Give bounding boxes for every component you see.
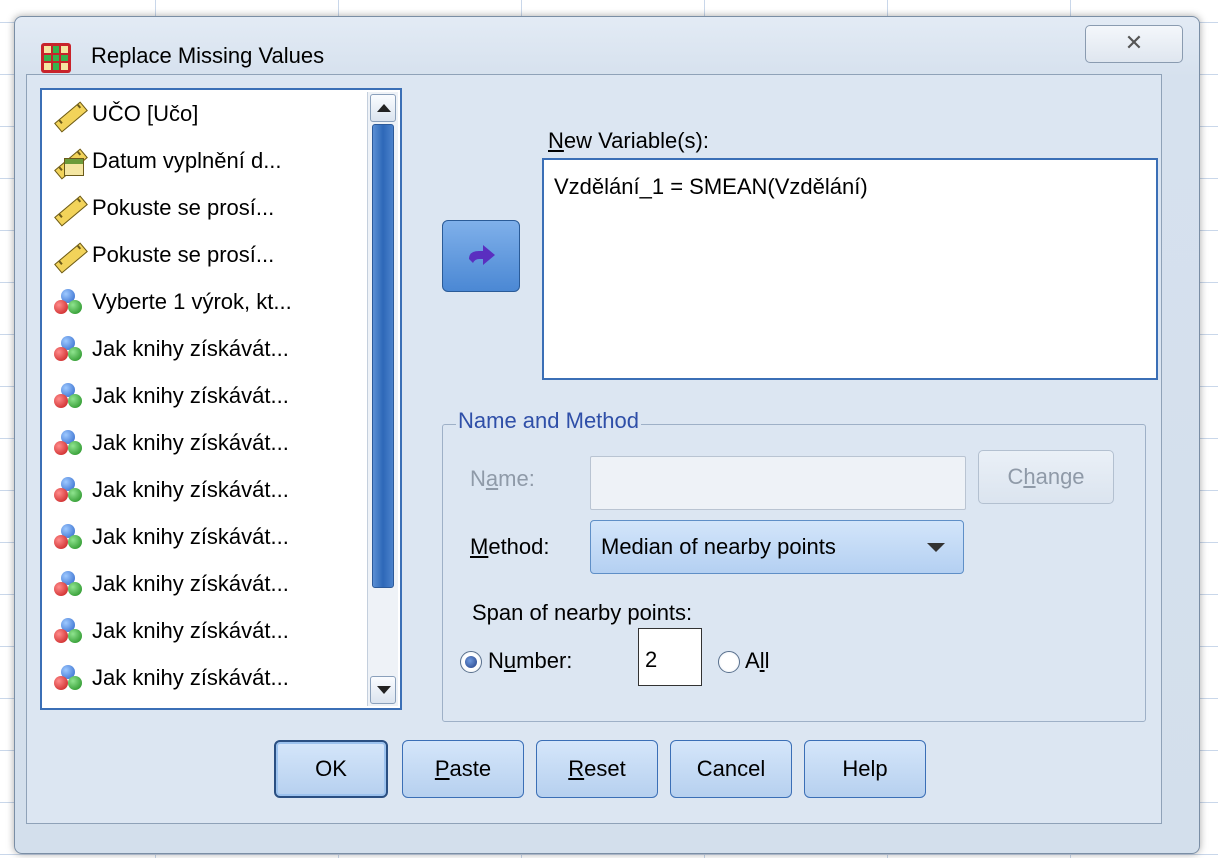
number-label: Number:	[488, 648, 573, 673]
scale-ruler-icon	[52, 99, 88, 133]
nominal-balls-icon	[52, 569, 86, 599]
scroll-down-button[interactable]	[370, 676, 396, 704]
list-item-label: Datum vyplnění d...	[92, 148, 282, 173]
new-variables-label: New Variable(s):	[548, 128, 709, 153]
arrow-right-icon	[469, 245, 495, 265]
list-item[interactable]: Jak knihy získávát...	[52, 613, 362, 649]
nominal-balls-icon	[52, 522, 86, 552]
span-label: Span of nearby points:	[472, 600, 693, 625]
scroll-up-button[interactable]	[370, 94, 396, 122]
name-and-method-title: Name and Method	[456, 408, 641, 434]
help-button[interactable]: Help	[804, 740, 926, 798]
list-item-label: Jak knihy získávát...	[92, 336, 289, 361]
method-dropdown[interactable]: Median of nearby points	[590, 520, 964, 574]
window-title: Replace Missing Values	[91, 43, 325, 68]
list-item[interactable]: Jak knihy získávát...	[52, 331, 362, 367]
nominal-balls-icon	[52, 381, 86, 411]
method-selected-value: Median of nearby points	[601, 534, 836, 559]
list-item-label: Jak knihy získávát...	[92, 477, 289, 502]
chevron-down-icon	[927, 543, 945, 552]
list-item[interactable]: Vyberte 1 výrok, kt...	[52, 284, 362, 320]
source-variable-list[interactable]: UČO [Učo] Datum vyplnění d... Pokuste se…	[40, 88, 402, 710]
date-scale-icon	[52, 146, 88, 180]
move-to-new-variables-button[interactable]	[442, 220, 520, 292]
list-item[interactable]: Pokuste se prosí...	[52, 190, 362, 227]
list-item-label: Jak knihy získávát...	[92, 571, 289, 596]
new-variables-list[interactable]: Vzdělání_1 = SMEAN(Vzdělání)	[542, 158, 1158, 380]
list-item-label: Jak knihy získávát...	[92, 383, 289, 408]
list-item-label: Jak knihy získávát...	[92, 430, 289, 455]
list-item[interactable]: Pokuste se prosí...	[52, 237, 362, 274]
nominal-balls-icon	[52, 616, 86, 646]
close-button[interactable]: ✕	[1085, 25, 1183, 63]
cancel-button[interactable]: Cancel	[670, 740, 792, 798]
span-number-input[interactable]: 2	[638, 628, 702, 686]
list-item-label: Jak knihy získávát...	[92, 665, 289, 690]
nominal-balls-icon	[52, 334, 86, 364]
all-label: All	[745, 648, 770, 673]
list-item[interactable]: Jak knihy získávát...	[52, 472, 362, 508]
list-item[interactable]: Jak knihy získávát...	[52, 425, 362, 461]
list-item-label: Vyberte 1 výrok, kt...	[92, 289, 292, 314]
nominal-balls-icon	[52, 663, 86, 693]
close-icon: ✕	[1124, 31, 1144, 56]
change-button[interactable]: Ch ange	[978, 450, 1114, 504]
list-item-label: Jak knihy získávát...	[92, 524, 289, 549]
nominal-balls-icon	[52, 287, 86, 317]
app-icon	[41, 43, 71, 73]
list-item[interactable]: Jak knihy získávát...	[52, 660, 362, 696]
method-label: Method:	[470, 534, 550, 559]
list-item[interactable]: Vzdělání_1 = SMEAN(Vzdělání)	[554, 174, 868, 200]
list-item-label: UČO [Učo]	[92, 101, 199, 126]
scale-ruler-icon	[52, 240, 88, 274]
scroll-thumb[interactable]	[372, 124, 394, 588]
nominal-balls-icon	[52, 475, 86, 505]
scale-ruler-icon	[52, 193, 88, 227]
list-item[interactable]: Jak knihy získávát...	[52, 519, 362, 555]
list-item-label: Jak knihy získávát...	[92, 618, 289, 643]
list-item[interactable]: Jak knihy získávát...	[52, 566, 362, 602]
reset-button[interactable]: Reset	[536, 740, 658, 798]
list-item[interactable]: Datum vyplnění d...	[52, 143, 362, 180]
list-item-label: Pokuste se prosí...	[92, 195, 275, 220]
list-item-label: Pokuste se prosí...	[92, 242, 275, 267]
list-item[interactable]: Jak knihy získávát...	[52, 378, 362, 414]
paste-button[interactable]: Paste	[402, 740, 524, 798]
list-item[interactable]: UČO [Učo]	[52, 96, 362, 133]
name-label: Name:	[470, 466, 535, 491]
ok-button[interactable]: OK	[274, 740, 388, 798]
list-scrollbar[interactable]	[367, 92, 398, 706]
all-radio[interactable]	[718, 651, 740, 673]
name-field[interactable]	[590, 456, 966, 510]
nominal-balls-icon	[52, 428, 86, 458]
number-radio[interactable]	[460, 651, 482, 673]
